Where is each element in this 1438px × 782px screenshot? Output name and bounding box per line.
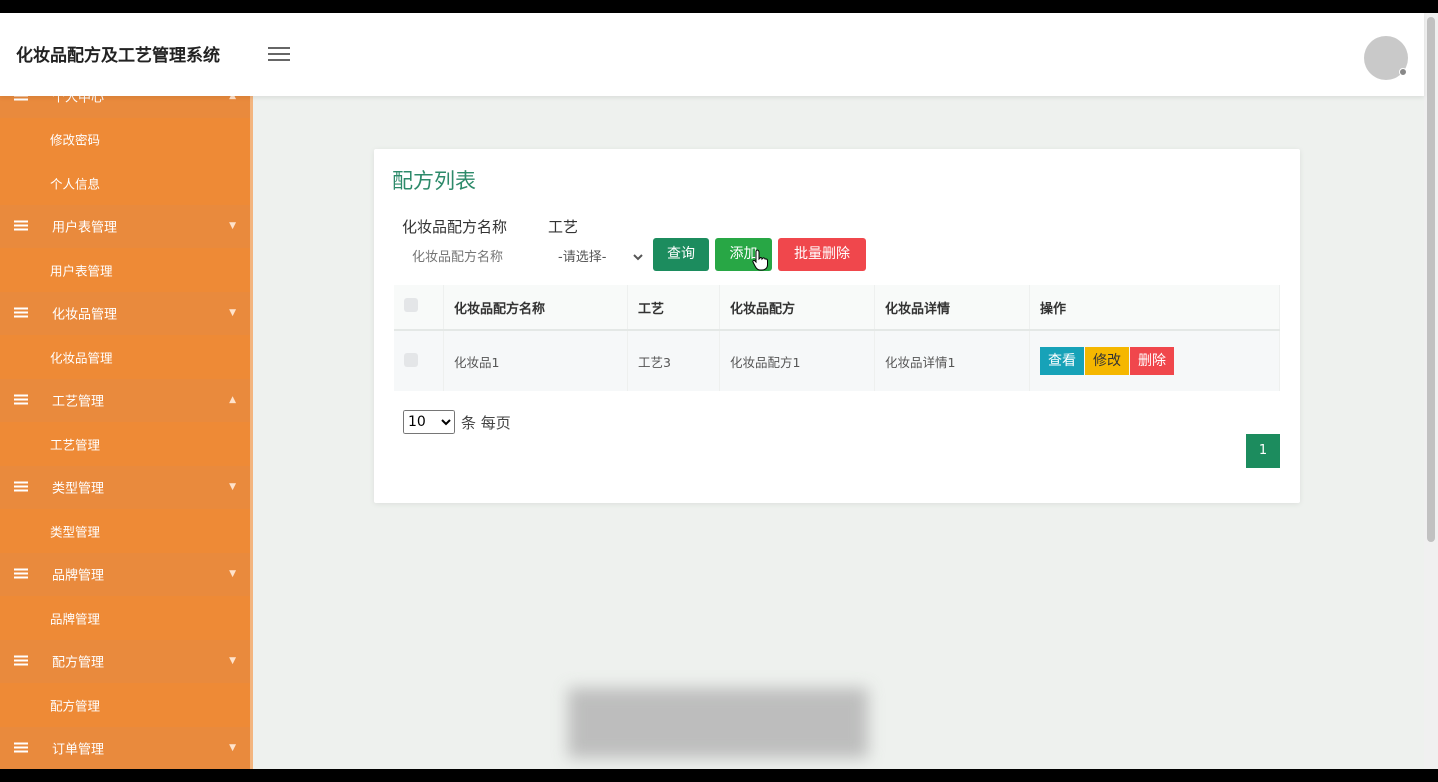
column-header: 操作 xyxy=(1029,285,1280,330)
sidebar-group-type[interactable]: 类型管理 ▼ xyxy=(0,465,250,509)
chevron-down-icon: ▼ xyxy=(229,656,236,667)
sidebar-group-formula[interactable]: 配方管理 ▼ xyxy=(0,639,250,683)
sidebar-item-brand[interactable]: 品牌管理 xyxy=(0,596,250,640)
sidebar-item-label: 配方管理 xyxy=(50,698,101,714)
cell-actions: 查看 修改 删除 xyxy=(1029,330,1280,391)
table-row: 化妆品1 工艺3 化妆品配方1 化妆品详情1 查看 修改 删除 xyxy=(394,330,1280,391)
column-header: 化妆品配方 xyxy=(719,285,875,330)
status-dot xyxy=(1399,68,1407,76)
sidebar-group-label: 个人中心 xyxy=(52,96,105,106)
chevron-up-icon: ▲ xyxy=(229,395,236,406)
sidebar-item-label: 修改密码 xyxy=(50,132,101,148)
query-button[interactable]: 查询 xyxy=(653,238,709,271)
chevron-up-icon: ▲ xyxy=(229,96,236,101)
sidebar-group-user-table[interactable]: 用户表管理 ▼ xyxy=(0,204,250,248)
formula-table: 化妆品配方名称 工艺 化妆品配方 化妆品详情 操作 化妆品1 工艺3 化妆品配方… xyxy=(394,285,1280,391)
grid-icon xyxy=(14,742,28,754)
cell-detail: 化妆品详情1 xyxy=(874,330,1030,391)
sidebar-item-label: 类型管理 xyxy=(50,524,101,540)
page-title: 配方列表 xyxy=(392,169,476,193)
sidebar-group-label: 类型管理 xyxy=(52,481,105,497)
row-checkbox[interactable] xyxy=(404,352,418,367)
table-header-row: 化妆品配方名称 工艺 化妆品配方 化妆品详情 操作 xyxy=(394,285,1280,330)
sidebar-item-label: 个人信息 xyxy=(50,176,101,192)
batch-delete-button[interactable]: 批量删除 xyxy=(778,238,866,271)
sidebar-group-cosmetics[interactable]: 化妆品管理 ▼ xyxy=(0,291,250,335)
name-filter-label: 化妆品配方名称 xyxy=(402,218,508,236)
cell-process: 工艺3 xyxy=(627,330,720,391)
sidebar-item-label: 品牌管理 xyxy=(50,611,101,627)
grid-icon xyxy=(14,568,28,580)
sidebar-item-formula[interactable]: 配方管理 xyxy=(0,683,250,727)
grid-icon xyxy=(14,481,28,493)
grid-icon xyxy=(14,220,28,232)
process-select[interactable]: -请选择- xyxy=(554,243,646,271)
sidebar-item-label: 工艺管理 xyxy=(50,437,101,453)
page-button-current[interactable]: 1 xyxy=(1246,434,1280,468)
sidebar-group-process[interactable]: 工艺管理 ▲ xyxy=(0,378,250,422)
chevron-down-icon: ▼ xyxy=(229,482,236,493)
sidebar-group-label: 配方管理 xyxy=(52,655,105,671)
chevron-down-icon: ▼ xyxy=(229,569,236,580)
cell-formula: 化妆品配方1 xyxy=(719,330,875,391)
blurred-watermark xyxy=(568,688,868,758)
sidebar-group-brand[interactable]: 品牌管理 ▼ xyxy=(0,552,250,596)
page-size-label: 条 每页 xyxy=(461,414,511,432)
column-header: 化妆品详情 xyxy=(874,285,1030,330)
sidebar-item-type[interactable]: 类型管理 xyxy=(0,509,250,553)
sidebar-group-order[interactable]: 订单管理 ▼ xyxy=(0,726,250,769)
chevron-down-icon: ▼ xyxy=(229,308,236,319)
grid-icon xyxy=(14,655,28,667)
sidebar-item-personal-info[interactable]: 个人信息 xyxy=(0,161,250,205)
sidebar: 个人中心 ▲ 修改密码 个人信息 用户表管理 ▼ 用户表管理 化妆品管理 ▼ 化… xyxy=(0,96,253,769)
sidebar-item-label: 用户表管理 xyxy=(50,263,113,279)
sidebar-item-label: 化妆品管理 xyxy=(50,350,113,366)
process-filter-label: 工艺 xyxy=(548,218,579,236)
view-button[interactable]: 查看 xyxy=(1040,347,1084,375)
grid-icon xyxy=(14,307,28,319)
sidebar-group-personal-center[interactable]: 个人中心 ▲ xyxy=(0,96,250,118)
select-all-checkbox[interactable] xyxy=(404,298,418,312)
chevron-down-icon: ▼ xyxy=(229,221,236,232)
column-header: 工艺 xyxy=(627,285,720,330)
name-search-input[interactable] xyxy=(402,240,532,274)
sidebar-group-label: 化妆品管理 xyxy=(52,307,118,323)
sidebar-item-user-table[interactable]: 用户表管理 xyxy=(0,248,250,292)
sidebar-group-label: 品牌管理 xyxy=(52,568,105,584)
app-screen: 化妆品配方及工艺管理系统 个人中心 ▲ 修改密码 个人信息 用户表管理 ▼ 用户… xyxy=(0,13,1438,769)
delete-button[interactable]: 删除 xyxy=(1129,347,1174,375)
top-header: 化妆品配方及工艺管理系统 xyxy=(0,13,1424,96)
sidebar-group-label: 用户表管理 xyxy=(52,220,118,236)
column-header: 化妆品配方名称 xyxy=(443,285,628,330)
chevron-down-icon: ▼ xyxy=(229,743,236,754)
scrollbar-thumb[interactable] xyxy=(1427,17,1435,542)
vertical-scrollbar[interactable] xyxy=(1424,13,1438,769)
app-title: 化妆品配方及工艺管理系统 xyxy=(16,46,220,66)
cell-name: 化妆品1 xyxy=(443,330,628,391)
grid-icon xyxy=(14,96,28,101)
menu-toggle-icon[interactable] xyxy=(268,47,290,63)
sidebar-item-process[interactable]: 工艺管理 xyxy=(0,422,250,466)
select-all-cell xyxy=(394,285,444,330)
sidebar-group-label: 工艺管理 xyxy=(52,394,105,410)
hand-cursor-icon xyxy=(752,249,768,271)
edit-button[interactable]: 修改 xyxy=(1084,347,1129,375)
formula-list-card: 配方列表 化妆品配方名称 工艺 -请选择- 查询 添加 批量删除 化妆品配方名称… xyxy=(374,149,1300,503)
grid-icon xyxy=(14,394,28,406)
sidebar-group-label: 订单管理 xyxy=(52,742,105,758)
row-select-cell xyxy=(394,330,444,391)
sidebar-item-change-password[interactable]: 修改密码 xyxy=(0,117,250,161)
sidebar-item-cosmetics[interactable]: 化妆品管理 xyxy=(0,335,250,379)
page-size-select[interactable]: 10 xyxy=(403,410,455,434)
